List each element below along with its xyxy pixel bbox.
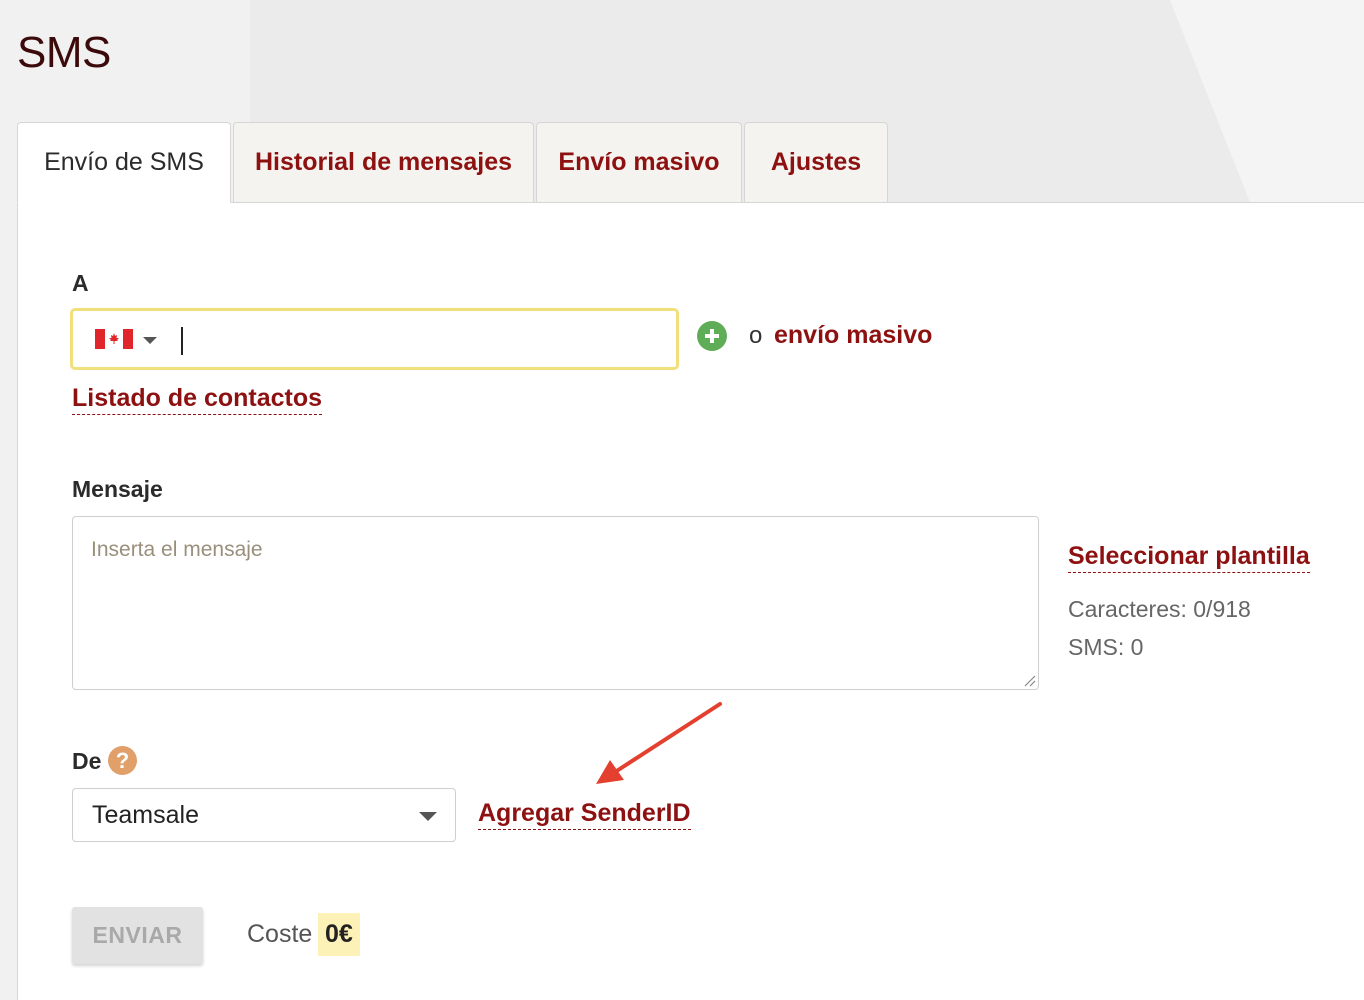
cost-label: Coste xyxy=(247,920,313,948)
sms-counter: SMS: 0 xyxy=(1068,634,1144,660)
tab-bar: Envío de SMS Historial de mensajes Envío… xyxy=(17,122,890,203)
country-dropdown-caret-icon[interactable] xyxy=(143,337,157,344)
bulk-send-link[interactable]: envío masivo xyxy=(774,321,932,350)
add-recipient-icon[interactable] xyxy=(697,321,727,351)
tab-bulk-send[interactable]: Envío masivo xyxy=(536,122,742,203)
tab-send-sms[interactable]: Envío de SMS xyxy=(17,122,231,203)
character-counter: Caracteres: 0/918 xyxy=(1068,596,1251,622)
message-label: Mensaje xyxy=(72,476,163,502)
resize-grip-icon[interactable] xyxy=(1022,673,1036,687)
cost-value: 0€ xyxy=(318,913,360,956)
canada-flag-icon[interactable] xyxy=(95,329,133,349)
help-icon-glyph: ? xyxy=(115,747,130,773)
sender-select[interactable]: Teamsale xyxy=(72,788,456,842)
page-title: SMS xyxy=(17,28,111,77)
sender-selected-value: Teamsale xyxy=(92,801,199,829)
add-sender-id-link[interactable]: Agregar SenderID xyxy=(478,799,691,830)
from-label: De xyxy=(72,748,102,774)
phone-number-input[interactable] xyxy=(70,308,679,370)
or-text: o xyxy=(749,322,763,349)
contacts-list-link[interactable]: Listado de contactos xyxy=(72,384,323,415)
text-cursor xyxy=(181,327,183,355)
to-label: A xyxy=(72,270,89,296)
select-template-link[interactable]: Seleccionar plantilla xyxy=(1068,542,1310,573)
help-icon[interactable]: ? xyxy=(108,746,137,775)
message-placeholder: Inserta el mensaje xyxy=(91,538,263,561)
tab-settings[interactable]: Ajustes xyxy=(744,122,888,203)
message-textarea[interactable]: Inserta el mensaje xyxy=(72,516,1039,690)
annotation-arrow-icon xyxy=(596,702,722,784)
send-button[interactable]: ENVIAR xyxy=(72,907,203,964)
chevron-down-icon xyxy=(419,812,437,821)
tab-message-history[interactable]: Historial de mensajes xyxy=(233,122,534,203)
